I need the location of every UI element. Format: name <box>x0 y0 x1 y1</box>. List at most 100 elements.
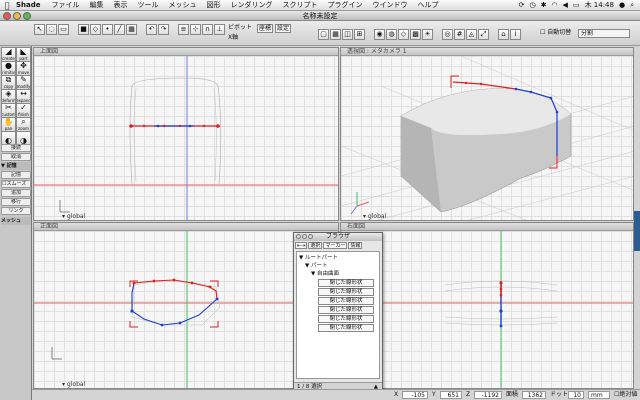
tool-copy[interactable]: ⧉ copy <box>1 75 16 90</box>
unit-select[interactable]: mm <box>588 391 610 399</box>
camera-icon[interactable]: ◎ <box>442 29 453 40</box>
minimize-window-button[interactable] <box>13 12 21 20</box>
selection-icon[interactable]: ↖ <box>34 24 45 35</box>
auto-switch-checkbox[interactable]: ☐ 自動切替 <box>540 29 571 37</box>
tool-expand[interactable]: ↔ expand <box>16 89 31 104</box>
shading-icon[interactable]: ◍ <box>386 29 397 40</box>
connect-button[interactable]: 接続 <box>1 144 31 152</box>
mesh-section[interactable]: メッシュ <box>1 217 31 225</box>
lock-icon[interactable]: ⌂ <box>498 29 509 40</box>
tool-primitive[interactable]: ●primitive <box>1 61 16 76</box>
menu-view[interactable]: 表示 <box>109 0 133 10</box>
object-mode-icon[interactable]: ■ <box>78 24 89 35</box>
layout-single-icon[interactable]: ▢ <box>318 29 329 40</box>
edit-mode-icon[interactable]: ◇ <box>90 24 101 35</box>
battery-icon[interactable]: ▭ <box>573 1 580 9</box>
perspective-viewport[interactable]: 透視図 : メタカメラ 1 ▾ global <box>340 47 634 221</box>
top-viewport[interactable]: 上面図 ▾ global <box>33 47 339 221</box>
layout-quad-icon[interactable]: ▦ <box>330 29 341 40</box>
close-window-button[interactable] <box>3 12 11 20</box>
divide-select[interactable]: 分割 <box>578 29 630 38</box>
snap-icon[interactable]: ⊹ <box>190 24 201 35</box>
tree-item[interactable]: 閉じた線形状 <box>318 324 374 332</box>
fit-icon[interactable]: ⤢ <box>478 29 489 40</box>
browser-close-button[interactable] <box>296 234 301 239</box>
memory-button[interactable]: 記憶 <box>1 171 31 179</box>
grid-icon[interactable]: # <box>454 29 465 40</box>
axis-select[interactable]: X軸 <box>228 34 238 42</box>
tree-item[interactable]: 閉じた線形状 <box>318 288 374 296</box>
magnet-icon[interactable]: ∩ <box>202 24 213 35</box>
tree-root[interactable]: ▼ ルートパート <box>299 254 338 262</box>
move-button[interactable]: 移行 <box>1 198 31 206</box>
smooth-checkbox[interactable]: ☐スムーズ <box>1 180 31 188</box>
menu-plugin[interactable]: プラグイン <box>323 0 368 10</box>
render-icon[interactable]: ◉ <box>374 29 385 40</box>
tool-finish[interactable]: ✓ finish <box>16 103 31 118</box>
light-icon[interactable]: ☀ <box>422 29 433 40</box>
menu-window[interactable]: ウインドウ <box>368 0 413 10</box>
browser-marker-button[interactable]: マーカー <box>323 242 348 249</box>
tree-free-surface[interactable]: ▼ 自由曲面 <box>311 270 339 278</box>
ruler-icon[interactable]: ⊥ <box>214 24 225 35</box>
coord-button[interactable]: 座標 <box>257 24 273 33</box>
x-value[interactable]: -105 <box>402 391 428 399</box>
redo-icon[interactable]: ↷ <box>158 24 169 35</box>
browser-zoom-button[interactable] <box>308 234 313 239</box>
view-icon[interactable]: ◬ <box>466 29 477 40</box>
texture-icon[interactable]: ▩ <box>410 29 421 40</box>
add-button[interactable]: 追加 <box>1 189 31 197</box>
cancel-button[interactable]: 取消 <box>1 153 31 161</box>
link-button[interactable]: リンク <box>1 207 31 215</box>
memory-section[interactable]: ▼ 記憶 <box>1 162 31 170</box>
tool-pan[interactable]: ✋ pan <box>1 117 16 132</box>
bluetooth-icon[interactable]: ✱ <box>541 1 547 9</box>
face-value[interactable]: 1362 <box>522 391 546 399</box>
tree-part[interactable]: ▼ パート <box>305 262 328 270</box>
clock-icon[interactable]: ◷ <box>529 1 535 9</box>
info-icon[interactable]: i <box>510 29 521 40</box>
tree-item[interactable]: 閉じた線形状 <box>318 279 374 287</box>
browser-minimize-button[interactable] <box>302 234 307 239</box>
tool-custom[interactable]: ✂ custom <box>1 103 16 118</box>
spotlight-icon[interactable]: ⌕ <box>630 1 634 10</box>
layout-triple-icon[interactable]: ⊞ <box>354 29 365 40</box>
layout-split-icon[interactable]: ◫ <box>342 29 353 40</box>
side-viewport[interactable]: 右面図 <box>340 222 634 389</box>
tree-item[interactable]: 閉じた線形状 <box>318 297 374 305</box>
volume-icon[interactable]: ◀ <box>563 1 568 9</box>
zoom-window-button[interactable] <box>23 12 31 20</box>
tool-zoom[interactable]: ⌕ zoom <box>16 117 31 132</box>
sync-icon[interactable]: ⟳ <box>519 1 525 9</box>
face-mode-icon[interactable]: ▦ <box>126 24 137 35</box>
menu-help[interactable]: ヘルプ <box>413 0 444 10</box>
point-mode-icon[interactable]: • <box>102 24 113 35</box>
menu-edit[interactable]: 編集 <box>85 0 109 10</box>
abs-checkbox[interactable]: ☐絶対値 <box>614 391 637 399</box>
tool-move[interactable]: ✥ move <box>16 61 31 76</box>
box-select-icon[interactable]: ▭ <box>58 24 69 35</box>
menu-tool[interactable]: ツール <box>133 0 164 10</box>
tool-modify[interactable]: ✎ modify <box>16 75 31 90</box>
wireframe-icon[interactable]: ◇ <box>398 29 409 40</box>
browser-select-button[interactable]: 選択 <box>308 242 323 249</box>
tree-item[interactable]: 閉じた線形状 <box>318 315 374 323</box>
browser-palette[interactable]: ブラウザ ⇤⇥ 選択 マーカー 情報 ▼ ルートパート ▼ パート ▼ 自由曲面… <box>293 232 383 392</box>
y-value[interactable]: 651 <box>440 391 462 399</box>
browser-titlebar[interactable]: ブラウザ <box>294 233 382 241</box>
tool-deform[interactable]: ◈ deform <box>1 89 16 104</box>
edge-mode-icon[interactable]: ╱ <box>114 24 125 35</box>
menu-clock[interactable]: 木 14:48 <box>585 0 614 10</box>
lasso-icon[interactable]: ◌ <box>46 24 57 35</box>
menu-file[interactable]: ファイル <box>47 0 85 10</box>
menu-mesh[interactable]: メッシュ <box>164 0 202 10</box>
menu-render[interactable]: レンダリング <box>226 0 278 10</box>
menu-script[interactable]: スクリプト <box>278 0 323 10</box>
undo-icon[interactable]: ↶ <box>146 24 157 35</box>
tool-create[interactable]: ◢ create <box>1 47 16 62</box>
user-icon[interactable]: ● <box>619 1 625 9</box>
app-menu[interactable]: Shade <box>14 1 47 9</box>
window-titlebar[interactable]: 名称未設定 <box>0 11 640 21</box>
z-value[interactable]: -1192 <box>474 391 502 399</box>
dot-value[interactable]: 10 <box>568 391 584 399</box>
